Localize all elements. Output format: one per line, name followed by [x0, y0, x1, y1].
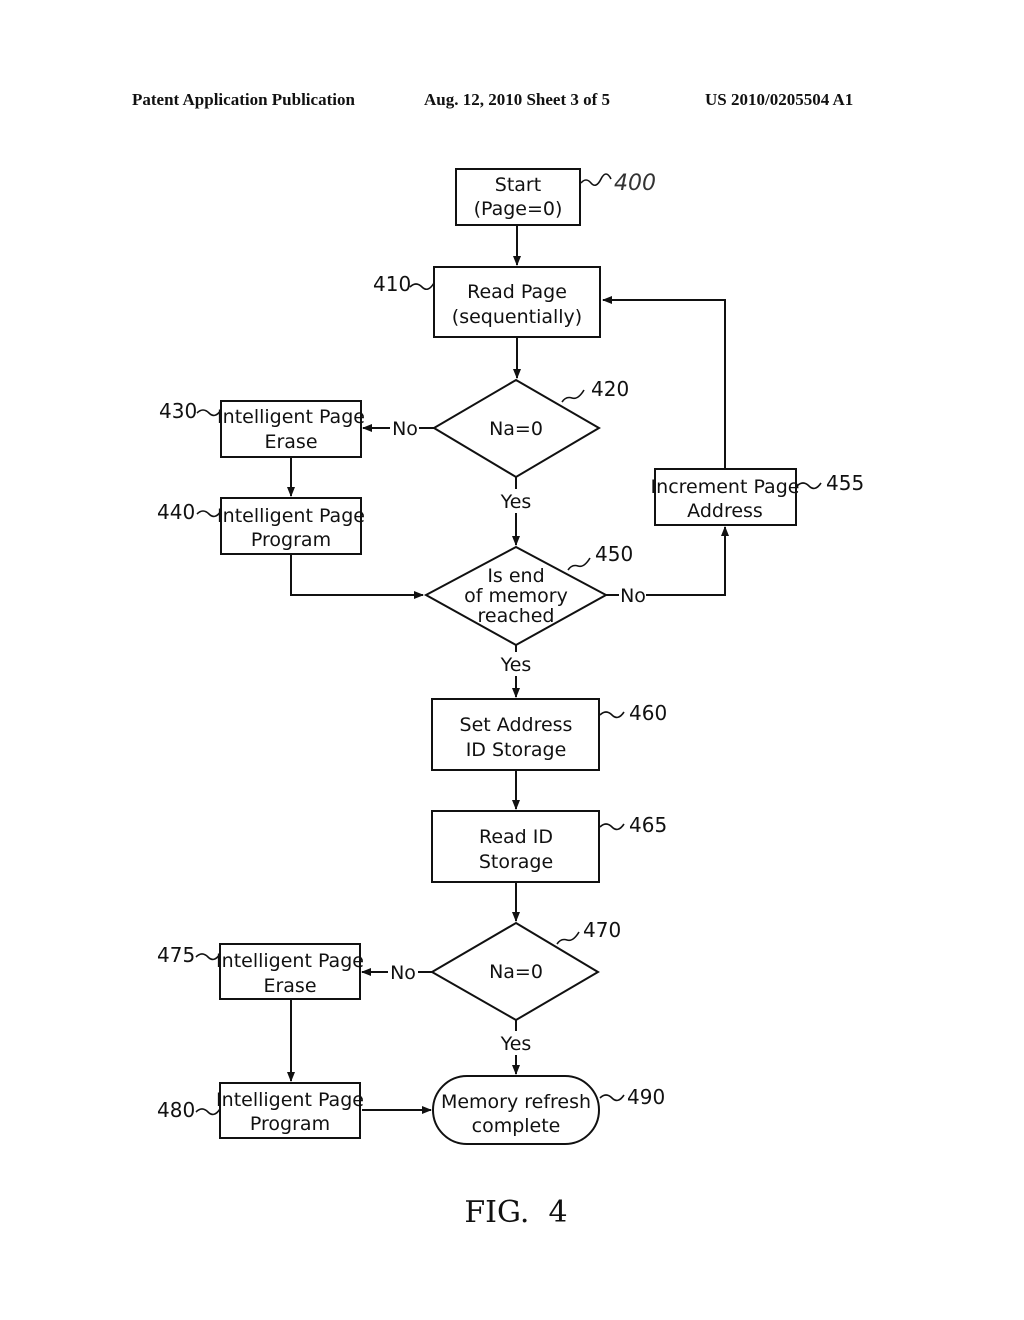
- node-410-line-2: (sequentially): [452, 306, 582, 328]
- ref-420: 420: [591, 377, 629, 401]
- ref-400: 400: [614, 171, 656, 196]
- node-465-line-1: Read ID: [479, 826, 553, 848]
- node-420-line-1: Na=0: [489, 418, 543, 440]
- node-430-line-2: Erase: [264, 431, 317, 453]
- leader-400: [580, 173, 612, 187]
- node-440-page-program: Intelligent Page Program 440: [157, 497, 365, 555]
- ref-450: 450: [595, 542, 633, 566]
- node-490-line-1: Memory refresh: [441, 1091, 591, 1113]
- leader-410: [409, 282, 435, 291]
- node-470-line-1: Na=0: [489, 961, 543, 983]
- leader-470: [556, 931, 580, 945]
- ref-430: 430: [159, 399, 197, 423]
- label-450-no: No: [620, 585, 646, 607]
- ref-460: 460: [629, 701, 667, 725]
- node-430-page-erase: Intelligent Page Erase 430: [159, 399, 365, 458]
- leader-455: [796, 482, 822, 490]
- node-440-line-1: Intelligent Page: [217, 505, 365, 527]
- node-465-line-2: Storage: [479, 851, 553, 873]
- node-420-decision: Na=0 420: [432, 377, 629, 479]
- node-475-page-erase: Intelligent Page Erase 475: [157, 943, 364, 1000]
- ref-490: 490: [627, 1085, 665, 1109]
- label-470-yes: Yes: [500, 1033, 532, 1055]
- label-450-yes: Yes: [500, 654, 532, 676]
- node-490-line-2: complete: [472, 1115, 561, 1137]
- leader-420: [561, 389, 585, 403]
- node-450-line-1: Is end: [487, 565, 544, 587]
- node-430-line-1: Intelligent Page: [217, 406, 365, 428]
- label-420-yes: Yes: [500, 491, 532, 513]
- label-470-no: No: [390, 962, 416, 984]
- node-450-line-2: of memory: [464, 585, 568, 607]
- node-400-line-1: Start: [495, 174, 541, 196]
- ref-470: 470: [583, 918, 621, 942]
- node-470-decision: Na=0 470: [430, 918, 621, 1022]
- node-465-read-id: Read ID Storage 465: [431, 810, 667, 883]
- ref-475: 475: [157, 943, 195, 967]
- node-460-line-1: Set Address: [460, 714, 573, 736]
- node-475-line-1: Intelligent Page: [216, 950, 364, 972]
- flowchart: No Yes No Yes No Yes Start (Page=0) 400 …: [157, 168, 864, 1230]
- node-440-line-2: Program: [251, 529, 331, 551]
- node-410-line-1: Read Page: [467, 281, 567, 303]
- edge-440-450: [290, 554, 424, 599]
- leader-460: [599, 711, 625, 719]
- leader-465: [599, 823, 625, 831]
- ref-410: 410: [373, 272, 411, 296]
- node-460-line-2: ID Storage: [466, 739, 567, 761]
- node-455-line-2: Address: [687, 500, 763, 522]
- ref-480: 480: [157, 1098, 195, 1122]
- node-480-page-program: Intelligent Page Program 480: [157, 1082, 364, 1139]
- node-480-line-2: Program: [250, 1113, 330, 1135]
- node-455-line-1: Increment Page: [651, 476, 800, 498]
- node-490-terminal: Memory refresh complete 490: [432, 1075, 665, 1145]
- node-455-increment-address: Increment Page Address 455: [651, 468, 864, 526]
- node-410-read-page: Read Page (sequentially) 410: [373, 266, 601, 338]
- node-400-start: Start (Page=0) 400: [455, 168, 656, 226]
- ref-455: 455: [826, 471, 864, 495]
- edge-450-455: [646, 526, 729, 596]
- node-450-line-3: reached: [478, 605, 555, 627]
- ref-465: 465: [629, 813, 667, 837]
- node-460-set-address: Set Address ID Storage 460: [431, 698, 667, 771]
- ref-440: 440: [157, 500, 195, 524]
- figure-caption: FIG. 4: [464, 1195, 567, 1230]
- node-400-line-2: (Page=0): [474, 198, 563, 220]
- label-420-no: No: [392, 418, 418, 440]
- node-450-decision: Is end of memory reached 450: [423, 542, 633, 647]
- leader-450: [567, 557, 591, 571]
- node-475-line-2: Erase: [263, 975, 316, 997]
- leader-490: [599, 1094, 625, 1102]
- node-480-line-1: Intelligent Page: [216, 1089, 364, 1111]
